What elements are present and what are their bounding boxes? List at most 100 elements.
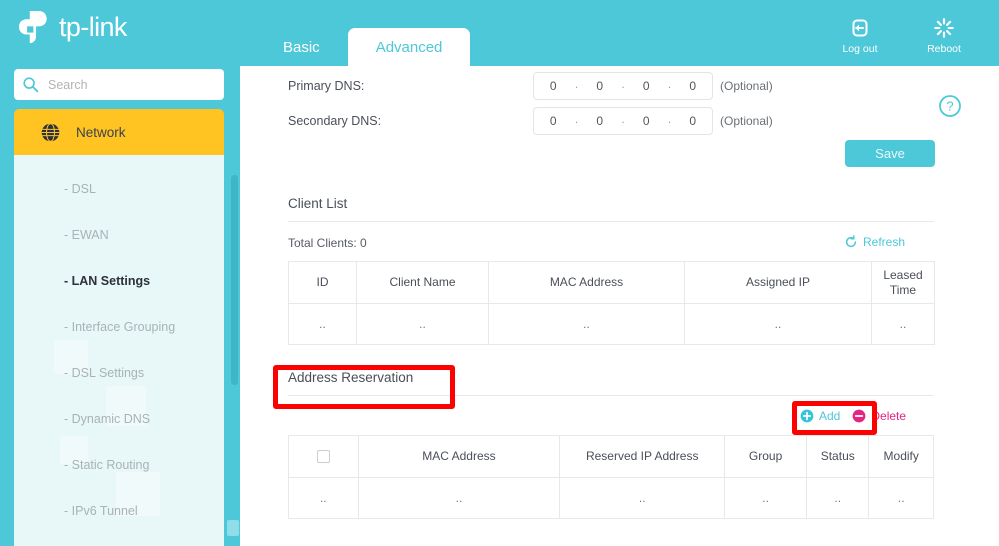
client-row-leased: .. [871, 303, 935, 345]
top-header-bar: tp-link Basic Advanced Log out Reboot [0, 0, 999, 66]
router-admin-page: tp-link Basic Advanced Log out Reboot Se… [0, 0, 999, 546]
sidebar-item-lan-settings[interactable]: - LAN Settings [14, 258, 224, 304]
svg-text:?: ? [946, 99, 953, 114]
sidebar-submenu: - DSL - EWAN - LAN Settings - Interface … [14, 155, 224, 546]
secondary-dns-octet-2[interactable] [580, 113, 619, 129]
secondary-dns-octet-3[interactable] [627, 113, 666, 129]
brand-logo[interactable]: tp-link [14, 8, 127, 46]
address-reservation-actions: Add Delete [800, 409, 906, 423]
logout-button[interactable]: Log out [833, 16, 887, 55]
ip-dot: . [667, 111, 672, 126]
reservation-row-mac: .. [357, 477, 561, 519]
address-reservation-col-select [288, 435, 359, 478]
primary-dns-octet-1[interactable] [534, 78, 573, 94]
primary-dns-octet-2[interactable] [580, 78, 619, 94]
refresh-label: Refresh [863, 235, 906, 249]
sidebar-item-interface-grouping[interactable]: - Interface Grouping [14, 304, 224, 350]
address-reservation-section-header: Address Reservation [288, 370, 934, 396]
secondary-dns-octet-1[interactable] [534, 113, 573, 129]
primary-dns-optional-note: (Optional) [720, 79, 773, 93]
address-reservation-table: MAC Address Reserved IP Address Group St… [288, 435, 934, 519]
client-list-table: ID Client Name MAC Address Assigned IP L… [288, 261, 935, 345]
sidebar-scroll-track-end [227, 520, 239, 536]
client-row-name: .. [356, 303, 489, 345]
total-clients-label: Total Clients: 0 [288, 236, 367, 250]
ip-dot: . [574, 111, 579, 126]
client-list-col-assigned-ip: Assigned IP [684, 261, 872, 304]
client-list-col-leased-time: Leased Time [871, 261, 935, 304]
reboot-icon [934, 18, 954, 38]
client-list-section-header: Client List [288, 196, 934, 222]
sidebar-scrollbar-thumb[interactable] [231, 175, 238, 385]
logout-label: Log out [842, 43, 878, 55]
client-list-header-row: ID Client Name MAC Address Assigned IP L… [288, 261, 935, 304]
tplink-logo-icon [18, 11, 47, 44]
minus-circle-icon [852, 409, 866, 423]
main-content: ? Primary DNS: . . . (Optional) Secondar… [240, 66, 999, 546]
delete-button[interactable]: Delete [852, 409, 906, 423]
globe-icon [41, 122, 60, 142]
client-list-col-id: ID [288, 261, 357, 304]
reservation-row-modify: .. [868, 477, 934, 519]
reservation-row-reserved-ip: .. [559, 477, 726, 519]
address-reservation-header-row: MAC Address Reserved IP Address Group St… [288, 435, 934, 478]
reservation-row-status: .. [806, 477, 870, 519]
table-row: .. .. .. .. .. .. [288, 477, 934, 519]
primary-dns-octet-3[interactable] [627, 78, 666, 94]
ip-dot: . [621, 111, 625, 126]
table-row: .. .. .. .. .. [288, 303, 935, 345]
delete-label: Delete [871, 409, 907, 423]
client-row-mac: .. [488, 303, 685, 345]
select-all-checkbox[interactable] [316, 450, 330, 464]
secondary-dns-label: Secondary DNS: [288, 114, 382, 128]
refresh-icon [845, 235, 857, 248]
reboot-button[interactable]: Reboot [917, 16, 971, 55]
client-row-id: .. [288, 303, 357, 345]
save-button[interactable]: Save [845, 140, 935, 167]
help-circle-icon: ? [939, 95, 961, 117]
reboot-label: Reboot [927, 43, 961, 55]
refresh-button[interactable]: Refresh [844, 235, 905, 249]
client-row-ip: .. [684, 303, 872, 345]
address-reservation-col-modify: Modify [868, 435, 934, 478]
primary-dns-input[interactable]: . . . [533, 72, 713, 100]
secondary-dns-optional-note: (Optional) [720, 114, 773, 128]
address-reservation-col-reserved-ip: Reserved IP Address [559, 435, 726, 478]
client-list-title: Client List [288, 196, 934, 222]
logout-icon [852, 19, 868, 37]
sidebar-item-dynamic-dns[interactable]: - Dynamic DNS [14, 396, 224, 442]
brand-name: tp-link [59, 11, 127, 42]
client-list-col-client-name: Client Name [356, 261, 489, 304]
sidebar-group-network[interactable]: Network [14, 109, 224, 155]
address-reservation-col-status: Status [806, 435, 870, 478]
sidebar-nav: Network - DSL - EWAN - LAN Settings - In… [14, 109, 224, 546]
tab-basic[interactable]: Basic [255, 28, 348, 66]
add-label: Add [819, 409, 841, 423]
sidebar: Network - DSL - EWAN - LAN Settings - In… [0, 60, 240, 546]
sidebar-item-ewan[interactable]: - EWAN [14, 212, 224, 258]
search-box[interactable] [14, 69, 224, 100]
address-reservation-col-mac-address: MAC Address [357, 435, 561, 478]
secondary-dns-octet-4[interactable] [673, 113, 712, 129]
search-icon [23, 77, 39, 93]
search-input[interactable] [46, 76, 211, 93]
primary-dns-octet-4[interactable] [673, 78, 712, 94]
address-reservation-col-group: Group [724, 435, 808, 478]
primary-dns-label: Primary DNS: [288, 79, 365, 93]
sidebar-item-dsl-settings[interactable]: - DSL Settings [14, 350, 224, 396]
address-reservation-title: Address Reservation [288, 370, 934, 396]
ip-dot: . [574, 76, 579, 91]
client-list-col-mac-address: MAC Address [488, 261, 685, 304]
help-button[interactable]: ? [938, 94, 962, 123]
ip-dot: . [621, 76, 625, 91]
ip-dot: . [667, 76, 672, 91]
sidebar-item-static-routing[interactable]: - Static Routing [14, 442, 224, 488]
tab-advanced[interactable]: Advanced [347, 28, 471, 66]
plus-circle-icon [800, 409, 814, 423]
header-actions: Log out Reboot [833, 16, 971, 55]
secondary-dns-input[interactable]: . . . [533, 107, 713, 135]
reservation-row-group: .. [724, 477, 808, 519]
sidebar-item-dsl[interactable]: - DSL [14, 166, 224, 212]
sidebar-item-ipv6-tunnel[interactable]: - IPv6 Tunnel [14, 488, 224, 534]
add-button[interactable]: Add [800, 409, 840, 423]
